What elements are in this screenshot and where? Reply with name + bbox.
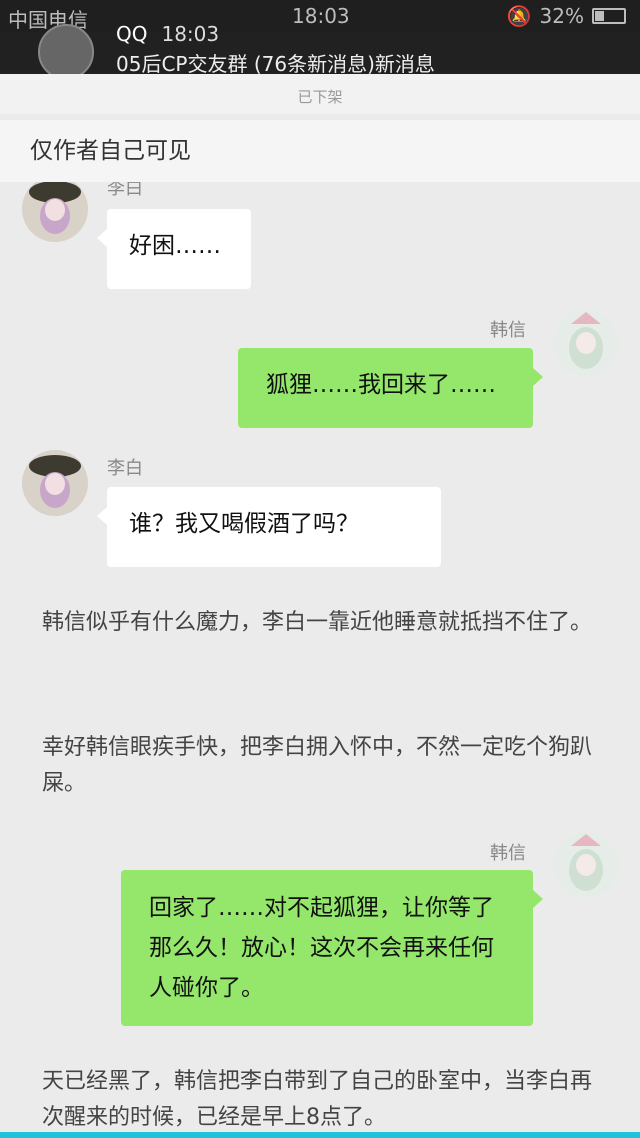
notification-time: 18:03 [161,22,220,46]
sender-name: 李白 [107,458,143,479]
mute-icon: 🔕 [506,4,532,28]
chat-bubble[interactable]: 狐狸……我回来了…… [238,348,543,428]
notification-app-name: QQ [116,22,148,46]
avatar-libai[interactable] [22,182,88,242]
narration-text: 幸好韩信眼疾手快，把李白拥入怀中，不然一定吃个狗趴屎。 [42,735,593,796]
chat-content[interactable]: 李白 好困…… 韩信 狐狸……我回来了…… 李白 谁？我又喝假酒了吗？ 韩信似乎… [0,182,640,1138]
sender-name: 韩信 [490,843,526,864]
status-time: 18:03 [292,4,350,28]
sender-name: 韩信 [490,320,526,341]
battery-icon [592,8,626,24]
battery-percent: 32% [539,4,584,28]
status-bar: 中国电信 18:03 🔕 32% [0,0,640,32]
narration-text: 韩信似乎有什么魔力，李白一靠近他睡意就抵挡不住了。 [42,610,593,635]
status-right: 🔕 32% [507,4,626,28]
chat-bubble[interactable]: 好困…… [97,209,251,289]
sender-name: 李白 [107,182,143,199]
avatar-libai[interactable] [22,450,88,516]
chat-bubble[interactable]: 谁？我又喝假酒了吗？ [97,487,441,567]
visibility-notice: 仅作者自己可见 [0,120,640,182]
article-header: 已下架 [0,74,640,114]
notification-app: QQ 18:03 [116,22,219,46]
notification-avatar [38,24,94,80]
bottom-accent-bar [0,1132,640,1138]
narration-text: 天已经黑了，韩信把李白带到了自己的卧室中，当李白再次醒来的时候，已经是早上8点了… [42,1069,593,1130]
avatar-hanxin[interactable] [553,832,619,898]
chat-bubble[interactable]: 回家了……对不起狐狸，让你等了那么久！放心！这次不会再来任何人碰你了。 [121,870,543,1026]
article-subtitle: 已下架 [297,88,343,106]
avatar-hanxin[interactable] [553,310,619,376]
notification-message: 05后CP交友群 (76条新消息)新消息 [116,52,435,76]
